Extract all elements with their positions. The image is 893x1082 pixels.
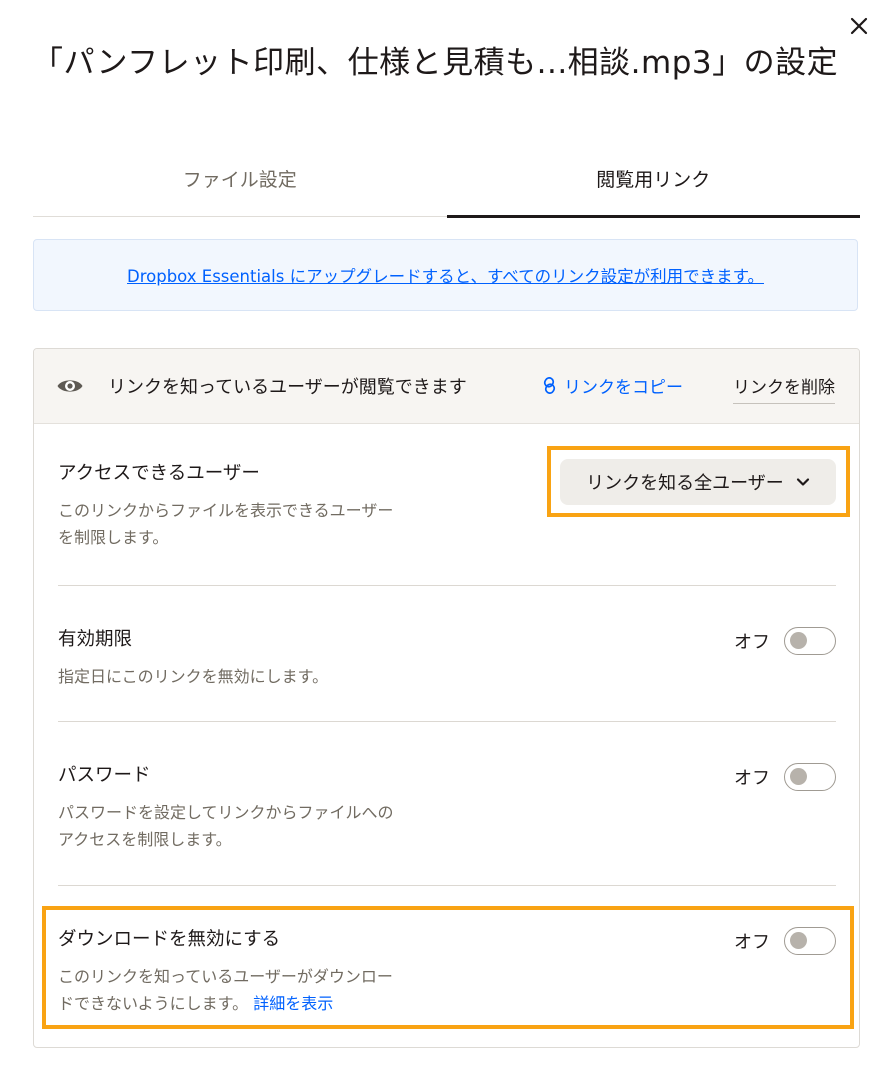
access-dropdown[interactable]: リンクを知る全ユーザー	[560, 459, 836, 505]
expiration-description: 指定日にこのリンクを無効にします。	[58, 667, 329, 686]
link-status-header: リンクを知っているユーザーが閲覧できます リンクをコピー リンクを削除	[34, 349, 859, 424]
copy-link-button[interactable]: リンクをコピー	[543, 373, 683, 398]
upgrade-link[interactable]: Dropbox Essentials にアップグレードすると、すべてのリンク設定…	[127, 263, 764, 287]
expiration-toggle[interactable]	[784, 627, 836, 655]
dialog-title: 「パンフレット印刷、仕様と見積も...相談.mp3」の設定	[32, 45, 839, 81]
password-toggle[interactable]	[784, 763, 836, 791]
close-icon	[850, 17, 868, 35]
eye-icon	[57, 380, 83, 392]
tab-file-settings[interactable]: ファイル設定	[33, 158, 447, 216]
access-description: このリンクからファイルを表示できるユーザーを制限します。	[58, 501, 394, 547]
disable-download-description: このリンクを知っているユーザーがダウンロードできないようにします。 詳細を表示	[58, 963, 403, 1017]
divider	[58, 585, 836, 586]
toggle-knob	[790, 768, 807, 785]
toggle-knob	[790, 632, 807, 649]
link-icon	[543, 377, 556, 394]
divider	[58, 885, 836, 886]
password-description: パスワードを設定してリンクからファイルへのアクセスを制限します。	[58, 803, 394, 849]
link-settings-panel: リンクを知っているユーザーが閲覧できます リンクをコピー リンクを削除 アクセス…	[33, 348, 860, 1048]
tab-bar: ファイル設定 閲覧用リンク	[33, 158, 861, 218]
expiration-toggle-group: オフ	[734, 627, 836, 655]
details-link[interactable]: 詳細を表示	[253, 994, 333, 1013]
password-toggle-group: オフ	[734, 763, 836, 791]
upgrade-banner: Dropbox Essentials にアップグレードすると、すべてのリンク設定…	[33, 239, 858, 311]
disable-download-setting: ダウンロードを無効にする このリンクを知っているユーザーがダウンロードできないよ…	[58, 927, 836, 1017]
disable-download-toggle-label: オフ	[734, 932, 770, 953]
expiration-setting: 有効期限 指定日にこのリンクを無効にします。 オフ	[58, 627, 836, 690]
disable-download-toggle-group: オフ	[734, 927, 836, 955]
password-setting: パスワード パスワードを設定してリンクからファイルへのアクセスを制限します。 オ…	[58, 763, 836, 853]
toggle-knob	[790, 932, 807, 949]
tab-view-link[interactable]: 閲覧用リンク	[446, 158, 861, 218]
disable-download-title: ダウンロードを無効にする	[58, 929, 281, 950]
copy-link-label: リンクをコピー	[564, 378, 683, 398]
chevron-down-icon	[796, 478, 809, 486]
password-toggle-label: オフ	[734, 768, 770, 789]
dropdown-highlight-box: リンクを知る全ユーザー	[547, 446, 850, 517]
disable-download-text: このリンクを知っているユーザーがダウンロードできないようにします。	[58, 967, 393, 1013]
expiration-toggle-label: オフ	[734, 632, 770, 653]
expiration-title: 有効期限	[58, 629, 133, 650]
delete-link-button[interactable]: リンクを削除	[733, 373, 835, 404]
password-title: パスワード	[58, 765, 151, 786]
divider	[58, 721, 836, 722]
disable-download-toggle[interactable]	[784, 927, 836, 955]
close-button[interactable]	[845, 12, 873, 40]
link-status-text: リンクを知っているユーザーが閲覧できます	[108, 377, 467, 398]
access-dropdown-value: リンクを知る全ユーザー	[586, 473, 784, 494]
